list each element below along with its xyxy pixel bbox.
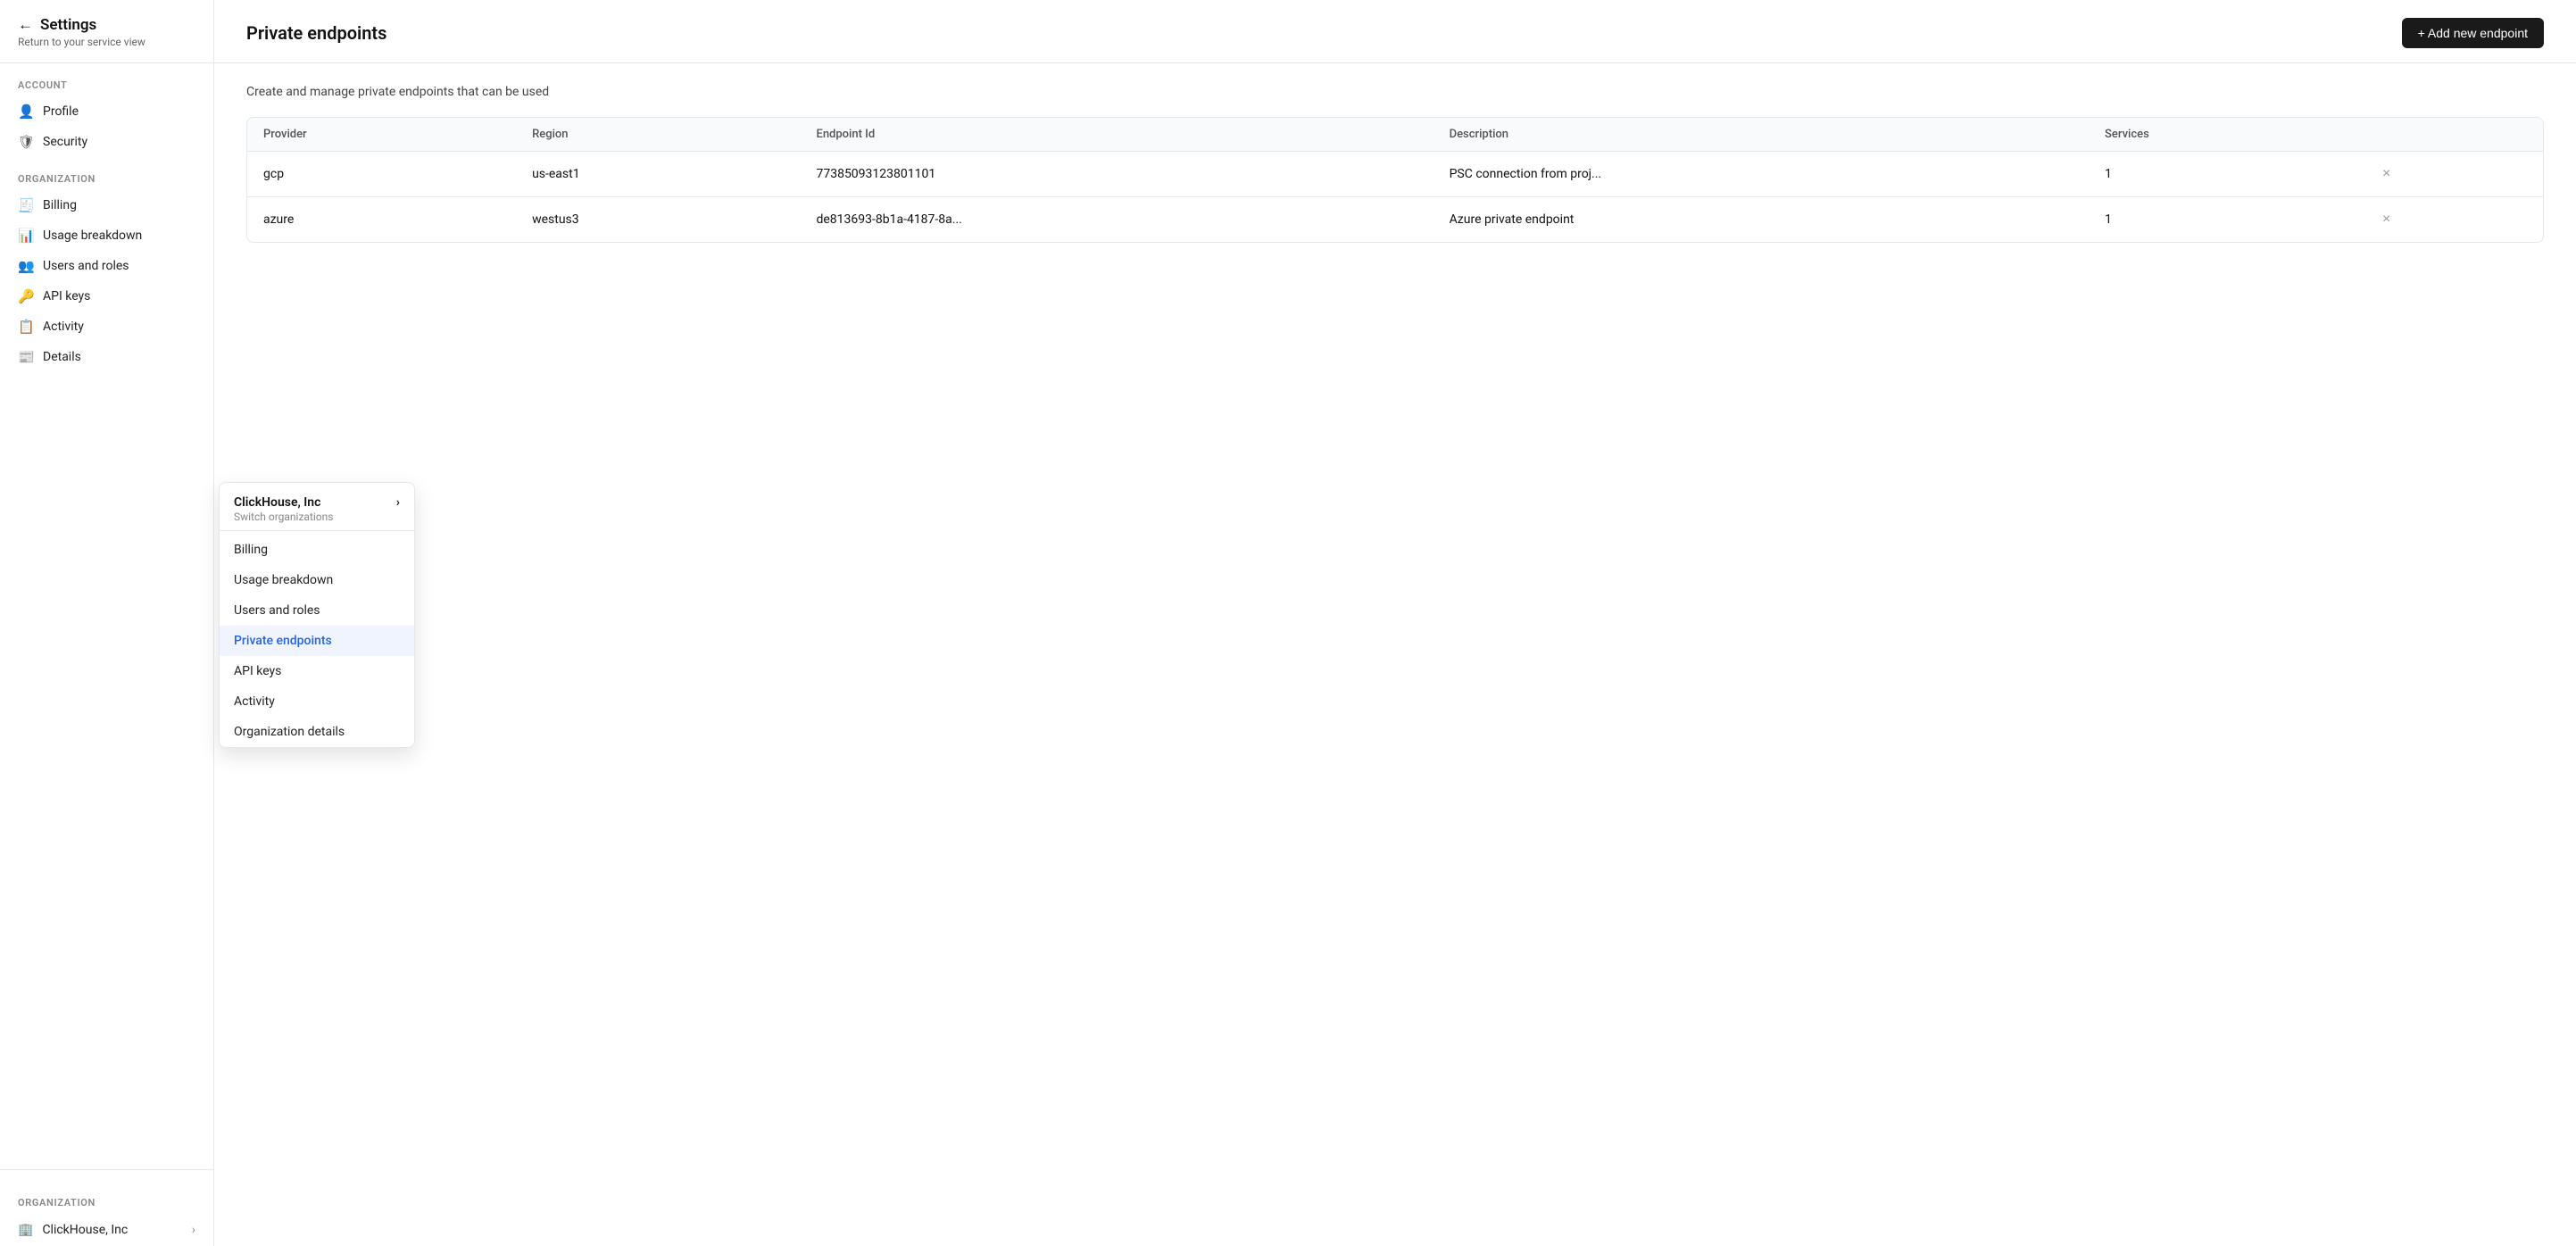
details-icon: 📰 <box>18 349 34 365</box>
users-icon: 👥 <box>18 258 34 274</box>
cell-services-0: 1 <box>2089 152 2361 197</box>
col-actions <box>2361 118 2543 152</box>
col-endpoint-id: Endpoint Id <box>800 118 1433 152</box>
sidebar-item-profile[interactable]: 👤 Profile <box>0 96 213 127</box>
col-services: Services <box>2089 118 2361 152</box>
dropdown-item-activity[interactable]: Activity <box>220 686 414 717</box>
back-link-text: Return to your service view <box>18 36 145 48</box>
cell-endpoint-id-1: de813693-8b1a-4187-8a... <box>800 197 1433 243</box>
org-chevron-icon: › <box>192 1223 195 1237</box>
cell-services-1: 1 <box>2089 197 2361 243</box>
back-link[interactable]: Return to your service view <box>18 36 195 48</box>
sidebar-item-usage-breakdown[interactable]: 📊 Usage breakdown <box>0 220 213 251</box>
cell-description-1: Azure private endpoint <box>1433 197 2089 243</box>
users-label: Users and roles <box>43 259 129 273</box>
table-row: azure westus3 de813693-8b1a-4187-8a... A… <box>247 197 2543 243</box>
cell-description-0: PSC connection from proj... <box>1433 152 2089 197</box>
sidebar-org-item[interactable]: 🏢 ClickHouse, Inc › <box>0 1214 213 1246</box>
table-header-row: Provider Region Endpoint Id Description … <box>247 118 2543 152</box>
dropdown-chevron-icon: › <box>396 495 400 510</box>
dropdown-switch-label[interactable]: Switch organizations <box>234 511 400 523</box>
usage-icon: 📊 <box>18 228 34 244</box>
dropdown-item-usage-breakdown[interactable]: Usage breakdown <box>220 565 414 595</box>
cell-delete-1: × <box>2361 197 2543 243</box>
main-header: Private endpoints + Add new endpoint <box>214 0 2576 63</box>
cell-endpoint-id-0: 77385093123801101 <box>800 152 1433 197</box>
page-title: Private endpoints <box>246 22 386 44</box>
dropdown-items-container: BillingUsage breakdownUsers and rolesPri… <box>220 535 414 747</box>
delete-button-0[interactable]: × <box>2377 166 2396 182</box>
cell-region-1: westus3 <box>516 197 800 243</box>
org-dropdown-menu: ClickHouse, Inc › Switch organizations B… <box>219 482 415 748</box>
endpoints-table-container: Provider Region Endpoint Id Description … <box>246 117 2544 243</box>
add-endpoint-button[interactable]: + Add new endpoint <box>2402 18 2544 48</box>
org-name: ClickHouse, Inc <box>42 1223 128 1237</box>
details-label: Details <box>43 350 81 364</box>
dropdown-org-name-text: ClickHouse, Inc <box>234 495 320 510</box>
cell-region-0: us-east1 <box>516 152 800 197</box>
dropdown-item-api-keys[interactable]: API keys <box>220 656 414 686</box>
col-region: Region <box>516 118 800 152</box>
dropdown-item-org-details[interactable]: Organization details <box>220 717 414 747</box>
sidebar-item-activity[interactable]: 📋 Activity <box>0 312 213 342</box>
sidebar-item-security[interactable]: 🛡 Security <box>0 127 213 157</box>
sidebar-item-api-keys[interactable]: 🔑 API keys <box>0 281 213 312</box>
cell-provider-0: gcp <box>247 152 516 197</box>
org-section-label: Organization <box>0 157 213 190</box>
sidebar-org-section: Organization 🏢 ClickHouse, Inc › <box>0 1169 213 1246</box>
settings-title: ← Settings <box>18 16 195 34</box>
security-label: Security <box>43 135 87 149</box>
billing-icon: 🧾 <box>18 197 34 213</box>
sidebar-top: ← Settings Return to your service view <box>0 0 213 63</box>
main-content: Private endpoints + Add new endpoint Cre… <box>214 0 2576 1246</box>
delete-button-1[interactable]: × <box>2377 212 2396 228</box>
dropdown-item-private-endpoints[interactable]: Private endpoints <box>220 626 414 656</box>
dropdown-item-users-and-roles[interactable]: Users and roles <box>220 595 414 626</box>
api-keys-label: API keys <box>43 289 90 303</box>
activity-icon: 📋 <box>18 319 34 335</box>
profile-label: Profile <box>43 104 79 119</box>
activity-label: Activity <box>43 320 84 334</box>
billing-label: Billing <box>43 198 77 212</box>
org-icon: 🏢 <box>18 1223 33 1237</box>
back-arrow-icon: ← <box>18 16 33 34</box>
sidebar-item-users-and-roles[interactable]: 👥 Users and roles <box>0 251 213 281</box>
api-keys-icon: 🔑 <box>18 288 34 304</box>
sidebar-item-details[interactable]: 📰 Details <box>0 342 213 372</box>
bottom-org-label: Organization <box>0 1181 213 1214</box>
page-description: Create and manage private endpoints that… <box>246 85 2544 99</box>
cell-provider-1: azure <box>247 197 516 243</box>
sidebar-item-billing[interactable]: 🧾 Billing <box>0 190 213 220</box>
cell-delete-0: × <box>2361 152 2543 197</box>
col-description: Description <box>1433 118 2089 152</box>
security-icon: 🛡 <box>18 134 34 150</box>
table-row: gcp us-east1 77385093123801101 PSC conne… <box>247 152 2543 197</box>
account-section-label: Account <box>0 63 213 96</box>
sidebar: ← Settings Return to your service view A… <box>0 0 214 1246</box>
col-provider: Provider <box>247 118 516 152</box>
dropdown-org-name: ClickHouse, Inc › <box>234 495 400 510</box>
profile-icon: 👤 <box>18 104 34 120</box>
settings-label: Settings <box>40 16 96 34</box>
main-body: Create and manage private endpoints that… <box>214 63 2576 264</box>
dropdown-header: ClickHouse, Inc › Switch organizations <box>220 483 414 531</box>
usage-label: Usage breakdown <box>43 228 142 243</box>
endpoints-table: Provider Region Endpoint Id Description … <box>247 118 2543 242</box>
dropdown-item-billing[interactable]: Billing <box>220 535 414 565</box>
